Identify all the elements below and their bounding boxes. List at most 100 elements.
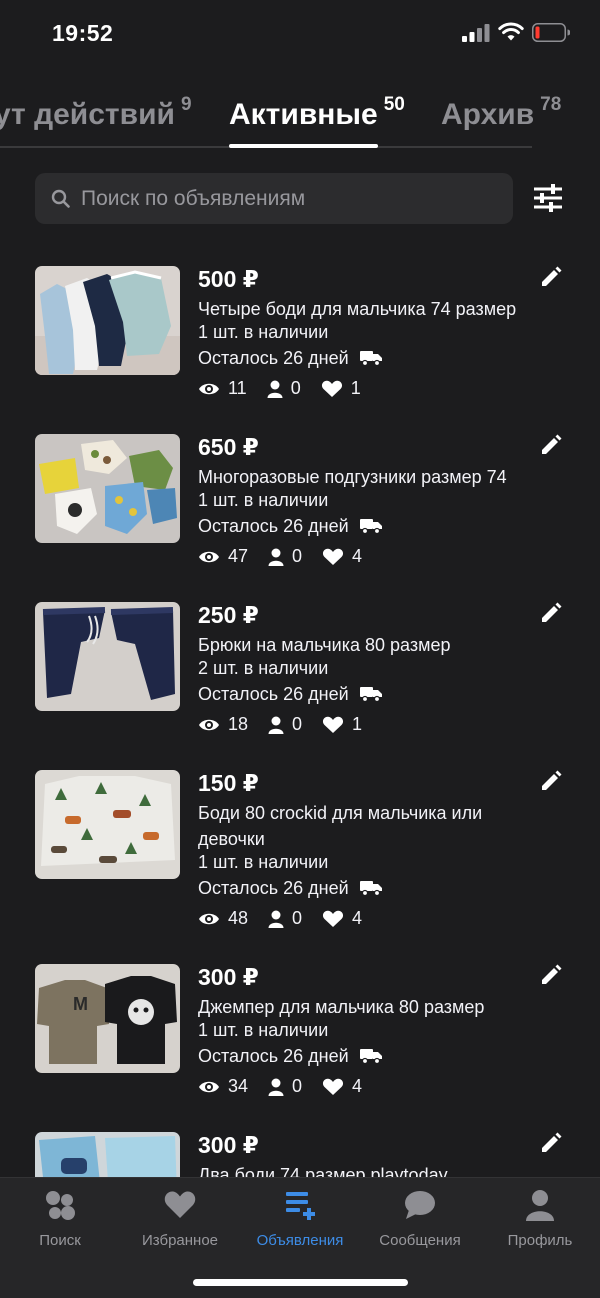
listing-photo[interactable] [35, 266, 180, 375]
listing-tabs: ут действий 9 Активные 50 Архив 78 [0, 88, 600, 150]
remaining-text: Осталось 26 дней [198, 878, 349, 898]
listing-item[interactable]: 250 ₽ Брюки на мальчика 80 размер 2 шт. … [0, 602, 600, 770]
search-input[interactable] [81, 173, 501, 224]
status-bar: 19:52 [0, 0, 600, 64]
contacts-count: 0 [292, 1076, 303, 1096]
listing-price: 650 ₽ [198, 434, 259, 460]
bodysuits-blue-photo [35, 1132, 180, 1177]
edit-pencil-icon[interactable] [540, 602, 562, 624]
likes-count: 1 [352, 714, 363, 734]
edit-pencil-icon[interactable] [540, 434, 562, 456]
edit-pencil-icon[interactable] [540, 770, 562, 792]
listing-title[interactable]: Джемпер для мальчика 80 размер [198, 994, 538, 1020]
eye-icon [199, 551, 219, 562]
contacts-count: 0 [292, 546, 303, 566]
tabbar-item-search[interactable]: Поиск [0, 1188, 120, 1249]
tab-active[interactable]: Активные 50 [229, 94, 405, 132]
tabbar-item-profile[interactable]: Профиль [480, 1188, 600, 1249]
listing-photo[interactable] [35, 602, 180, 711]
heart-icon [323, 910, 344, 927]
listing-photo[interactable] [35, 434, 180, 543]
message-bubble-icon [405, 1191, 435, 1219]
contacts-count: 0 [290, 378, 301, 398]
delivery-truck-icon [359, 881, 382, 896]
tabbar-label: Сообщения [379, 1232, 461, 1249]
eye-icon [199, 913, 219, 924]
listing-price: 250 ₽ [198, 602, 259, 628]
listing-remaining: Осталось 26 дней [198, 684, 382, 705]
delivery-truck-icon [359, 1049, 382, 1064]
listing-stats: 18 0 1 [198, 714, 382, 735]
views-count: 48 [228, 908, 249, 928]
tab-count: 9 [180, 94, 192, 115]
listing-stock: 1 шт. в наличии [198, 490, 329, 510]
edit-pencil-icon[interactable] [540, 964, 562, 986]
tabbar-item-ads[interactable]: Объявления [240, 1188, 360, 1249]
listing-photo[interactable] [35, 770, 180, 879]
delivery-truck-icon [359, 351, 382, 366]
filter-sliders-icon[interactable] [533, 184, 563, 212]
likes-count: 4 [352, 1076, 363, 1096]
contacts-count: 0 [292, 908, 303, 928]
heart-icon [323, 548, 344, 565]
views-count: 34 [228, 1076, 249, 1096]
eye-icon [199, 1081, 219, 1092]
remaining-text: Осталось 26 дней [198, 348, 349, 368]
tab-archive[interactable]: Архив 78 [441, 94, 561, 132]
eye-icon [199, 719, 219, 730]
person-icon [268, 1078, 284, 1096]
listing-item[interactable]: 500 ₽ Четыре боди для мальчика 74 размер… [0, 266, 600, 434]
tabbar-label: Избранное [141, 1232, 219, 1249]
listing-item[interactable]: 650 ₽ Многоразовые подгузники размер 74 … [0, 434, 600, 602]
tab-awaiting-action[interactable]: ут действий 9 [0, 94, 192, 132]
listing-price: 500 ₽ [198, 266, 259, 292]
listing-photo[interactable] [35, 1132, 180, 1177]
heart-icon [164, 1191, 196, 1218]
listing-title[interactable]: Два боди 74 размер playtoday [198, 1162, 538, 1177]
person-icon [268, 548, 284, 566]
ads-list-icon [286, 1192, 315, 1220]
search-icon [51, 189, 70, 208]
svg-text:M: M [73, 994, 88, 1014]
listing-stats: 47 0 4 [198, 546, 382, 567]
listing-stock: 2 шт. в наличии [198, 658, 329, 678]
listing-stock: 1 шт. в наличии [198, 1020, 329, 1040]
contacts-count: 0 [292, 714, 303, 734]
edit-pencil-icon[interactable] [540, 266, 562, 288]
listing-photo[interactable]: M [35, 964, 180, 1073]
diapers-photo [35, 434, 180, 543]
listing-title[interactable]: Боди 80 crockid для мальчика или девочки [198, 800, 518, 852]
heart-icon [323, 716, 344, 733]
likes-count: 1 [350, 378, 361, 398]
listing-title[interactable]: Четыре боди для мальчика 74 размер [198, 296, 538, 322]
listing-price: 300 ₽ [198, 964, 259, 990]
status-time: 19:52 [52, 20, 114, 46]
bodysuits-photo [35, 266, 180, 375]
tab-label: Архив [441, 98, 535, 131]
heart-icon [323, 1078, 344, 1095]
edit-pencil-icon[interactable] [540, 1132, 562, 1154]
listing-item[interactable]: M 300 ₽ Джемпер для мальчика 80 размер 1… [0, 964, 600, 1132]
listing-title[interactable]: Многоразовые подгузники размер 74 [198, 464, 538, 490]
listing-title[interactable]: Брюки на мальчика 80 размер [198, 632, 538, 658]
views-count: 18 [228, 714, 249, 734]
tab-count: 78 [540, 94, 562, 115]
person-icon [268, 910, 284, 928]
remaining-text: Осталось 26 дней [198, 1046, 349, 1066]
listing-item[interactable]: 300 ₽ Два боди 74 размер playtoday [0, 1132, 600, 1177]
person-icon [267, 380, 283, 398]
person-icon [268, 716, 284, 734]
search-box[interactable] [35, 173, 513, 224]
delivery-truck-icon [359, 519, 382, 534]
tabbar-item-favorites[interactable]: Избранное [120, 1188, 240, 1249]
listing-item[interactable]: 150 ₽ Боди 80 crockid для мальчика или д… [0, 770, 600, 964]
eye-icon [199, 383, 219, 394]
tab-label: ут действий [0, 98, 175, 131]
listing-stock: 1 шт. в наличии [198, 852, 329, 872]
cellular-signal-icon [462, 24, 490, 42]
listing-stats: 48 0 4 [198, 908, 382, 929]
tabbar-label: Поиск [39, 1232, 81, 1249]
home-indicator[interactable] [193, 1279, 408, 1286]
tabbar-label: Объявления [256, 1232, 344, 1249]
tabbar-item-messages[interactable]: Сообщения [360, 1188, 480, 1249]
